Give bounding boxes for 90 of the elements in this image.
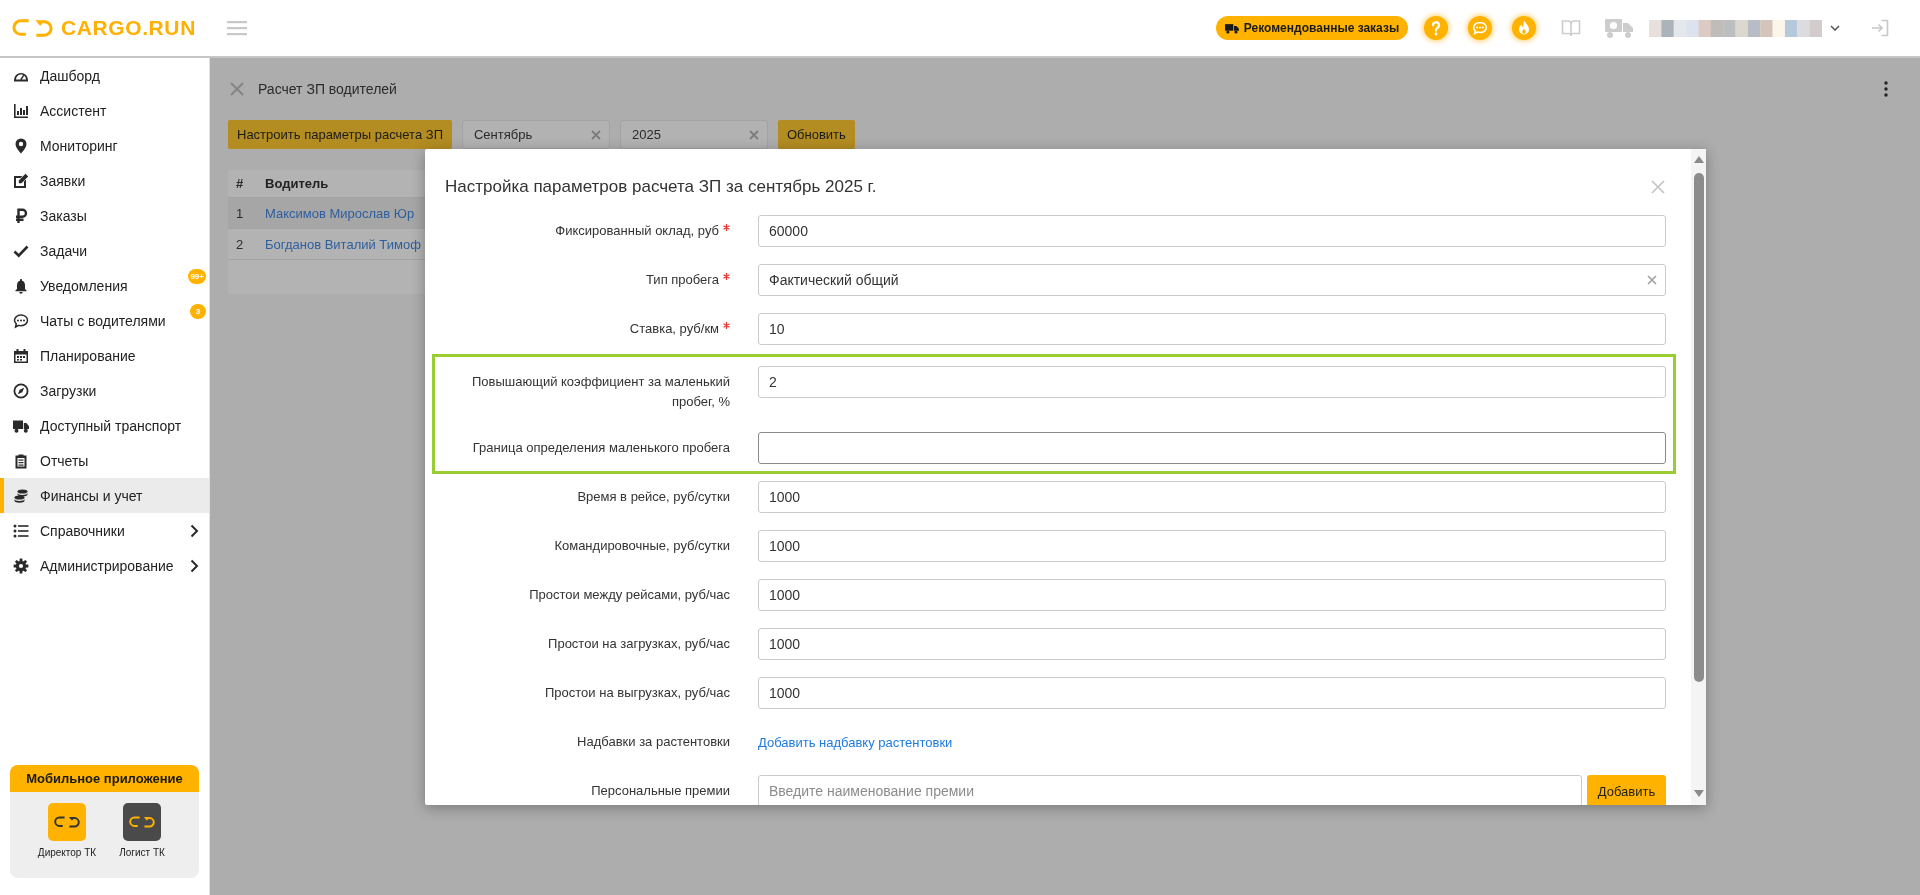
- scrollbar-thumb[interactable]: [1693, 173, 1704, 682]
- book-icon[interactable]: [1561, 18, 1581, 38]
- field-label: Время в рейсе, руб/сутки: [577, 489, 730, 504]
- gear-icon: [13, 557, 29, 574]
- count-badge: 3: [190, 304, 206, 319]
- page-title: Расчет ЗП водителей: [258, 81, 397, 97]
- sidebar-item[interactable]: Отчеты: [0, 443, 209, 478]
- sidebar-item[interactable]: Дашборд: [0, 58, 209, 93]
- clear-icon[interactable]: [590, 129, 601, 140]
- year-select[interactable]: 2025: [619, 120, 768, 149]
- field-label: Тип пробега: [646, 272, 719, 287]
- sidebar-item[interactable]: Ассистент: [0, 93, 209, 128]
- clear-icon[interactable]: [748, 129, 759, 140]
- help-icon[interactable]: [1424, 16, 1448, 40]
- compass-icon: [13, 382, 29, 399]
- calendar-icon: [13, 347, 29, 364]
- truck-icon: [1224, 22, 1239, 34]
- sidebar-item[interactable]: Задачи: [0, 233, 209, 268]
- text-input[interactable]: 1000: [758, 677, 1666, 709]
- text-input[interactable]: 60000: [758, 215, 1666, 247]
- month-select[interactable]: Сентябрь: [461, 120, 610, 149]
- app-icon[interactable]: [123, 803, 161, 841]
- truck-icon[interactable]: [1604, 17, 1634, 39]
- modal-title: Настройка параметров расчета ЗП за сентябрь 2025 г.: [445, 177, 877, 197]
- edit-icon: [13, 172, 29, 189]
- bar-chart-icon: [13, 102, 29, 119]
- text-input[interactable]: 1000: [758, 481, 1666, 513]
- sidebar-item[interactable]: Мониторинг: [0, 128, 209, 163]
- chevron-down-icon[interactable]: [1830, 25, 1840, 31]
- row-number: 2: [235, 236, 245, 252]
- text-input[interactable]: 10: [758, 313, 1666, 345]
- close-icon[interactable]: [229, 81, 245, 97]
- more-menu-icon[interactable]: [1884, 81, 1888, 97]
- text-input[interactable]: [758, 432, 1666, 464]
- field-label: Простои между рейсами, руб/час: [529, 587, 730, 602]
- sidebar-item[interactable]: Заявки: [0, 163, 209, 198]
- sidebar-item[interactable]: Чаты с водителями 3: [0, 303, 209, 338]
- text-input[interactable]: 1000: [758, 530, 1666, 562]
- app-label: Директор ТК: [37, 847, 97, 858]
- scroll-down-icon[interactable]: [1693, 790, 1704, 797]
- sidebar-item[interactable]: Планирование: [0, 338, 209, 373]
- field-label: Фиксированный оклад, руб: [555, 223, 719, 238]
- map-pin-icon: [13, 137, 29, 154]
- flame-icon[interactable]: [1512, 16, 1536, 40]
- app-icon[interactable]: [48, 803, 86, 841]
- menu-icon[interactable]: [226, 20, 247, 36]
- select-field[interactable]: Фактический общий: [758, 264, 1666, 296]
- clipboard-icon: [13, 452, 29, 469]
- list-icon: [13, 522, 29, 539]
- logout-icon[interactable]: [1871, 19, 1889, 37]
- count-badge: 99+: [188, 269, 206, 284]
- mobile-app-heading: Мобильное приложение: [10, 765, 199, 792]
- field-label: Командировочные, руб/сутки: [554, 538, 730, 553]
- recommended-orders-button[interactable]: Рекомендованные заказы: [1216, 16, 1408, 40]
- sidebar-item[interactable]: Загрузки: [0, 373, 209, 408]
- field-label: Простои на выгрузках, руб/час: [545, 685, 730, 700]
- text-input[interactable]: Введите наименование премии: [758, 775, 1582, 805]
- field-label: Граница определения маленького пробега: [472, 440, 730, 455]
- sidebar-item[interactable]: Справочники: [0, 513, 209, 548]
- close-icon[interactable]: [1650, 179, 1666, 195]
- clear-icon[interactable]: [1647, 275, 1657, 285]
- sidebar-item[interactable]: Администрирование: [0, 548, 209, 583]
- field-label: Простои на загрузках, руб/час: [548, 636, 730, 651]
- sidebar-item[interactable]: Доступный транспорт: [0, 408, 209, 443]
- field-label: Повышающий коэффициент за маленький пробег, %: [471, 374, 730, 409]
- text-input[interactable]: 1000: [758, 579, 1666, 611]
- add-button[interactable]: Добавить: [1587, 775, 1666, 805]
- bell-icon: [13, 277, 29, 294]
- sidebar-item[interactable]: Уведомления 99+: [0, 268, 209, 303]
- text-input[interactable]: 1000: [758, 628, 1666, 660]
- refresh-button[interactable]: Обновить: [777, 120, 855, 149]
- sidebar-item[interactable]: Заказы: [0, 198, 209, 233]
- scroll-up-icon[interactable]: [1693, 156, 1704, 163]
- sidebar-item[interactable]: Финансы и учет: [0, 478, 209, 513]
- coins-icon: [13, 487, 29, 504]
- row-number: 1: [235, 205, 245, 221]
- ruble-icon: [13, 207, 29, 224]
- field-label: Надбавки за растентовки: [577, 734, 730, 749]
- field-label: Персональные премии: [591, 783, 730, 798]
- chat-icon[interactable]: [1468, 16, 1492, 40]
- settings-button[interactable]: Настроить параметры расчета ЗП: [228, 120, 452, 149]
- add-surcharge-link[interactable]: Добавить надбавку растентовки: [758, 734, 953, 750]
- logo-icon[interactable]: [12, 17, 53, 39]
- pixelated-username-drawing[interactable]: [1649, 19, 1822, 37]
- column-header: #: [235, 176, 245, 191]
- app-label: Логист ТК: [119, 847, 165, 858]
- column-header: Водитель: [265, 176, 329, 191]
- chat-bubble-icon: [13, 312, 29, 329]
- field-label: Ставка, руб/км: [629, 321, 719, 336]
- text-input[interactable]: 2: [758, 366, 1666, 398]
